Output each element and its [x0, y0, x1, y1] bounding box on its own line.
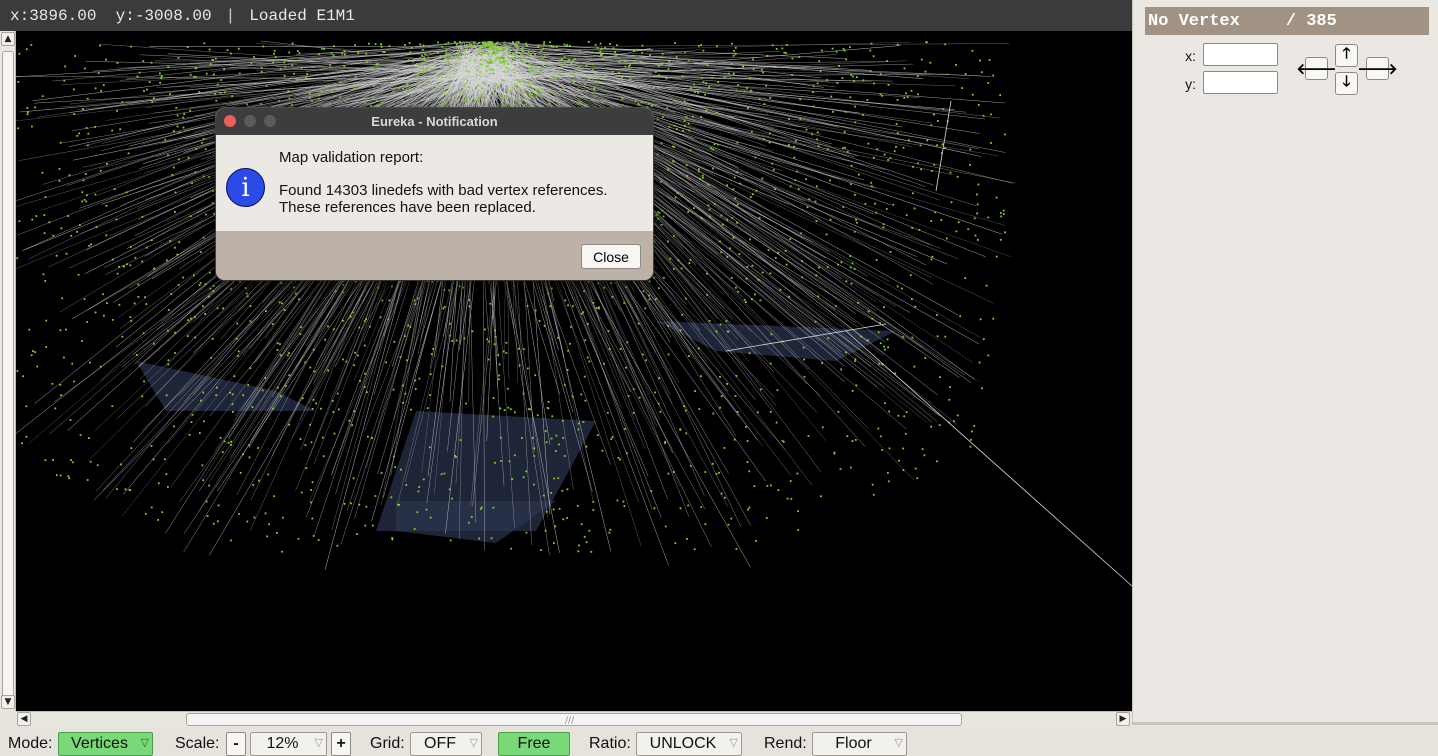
status-message: Loaded E1M1	[249, 7, 355, 25]
scroll-up-button[interactable]: ▲	[1, 32, 15, 46]
dialog-line-1: Found 14303 linedefs with bad vertex ref…	[279, 182, 608, 199]
cursor-coordinates: x:3896.00 y:-3008.00	[10, 7, 212, 25]
free-value: Free	[518, 735, 551, 753]
vertex-header: No Vertex / 385	[1145, 7, 1429, 35]
nudge-up-button[interactable]: 🡑	[1335, 44, 1358, 67]
grid-value: OFF	[424, 735, 456, 753]
ratio-label: Ratio:	[589, 735, 631, 753]
scroll-grip-icon: ///	[565, 716, 574, 726]
nudge-right-button[interactable]: 🡒	[1366, 57, 1389, 80]
y-field-label: y:	[1176, 76, 1196, 92]
rend-value: Floor	[835, 735, 871, 753]
dialog-footer: Close	[216, 231, 653, 280]
dialog-title: Eureka - Notification	[371, 114, 497, 129]
status-bar: x:3896.00 y:-3008.00 | Loaded E1M1	[0, 0, 1132, 31]
x-field-label: x:	[1176, 48, 1196, 64]
dialog-line-2: These references have been replaced.	[279, 199, 608, 216]
dialog-titlebar: Eureka - Notification	[216, 108, 653, 135]
dialog-body: i Map validation report: Found 14303 lin…	[216, 135, 653, 231]
info-icon-glyph: i	[241, 173, 249, 203]
scale-value: 12%	[266, 735, 298, 753]
grid-label: Grid:	[370, 735, 405, 753]
free-toggle[interactable]: Free	[498, 732, 570, 756]
vertex-header-title: No Vertex	[1148, 12, 1240, 31]
horizontal-scroll-thumb[interactable]: ///	[186, 713, 962, 726]
vertex-panel: No Vertex / 385 x: y: 🡑 🡐 🡒 🡓	[1132, 0, 1438, 722]
scroll-down-button[interactable]: ▼	[1, 695, 15, 709]
window-maximize-icon[interactable]	[264, 115, 276, 127]
mode-label: Mode:	[8, 735, 52, 753]
nudge-down-button[interactable]: 🡓	[1335, 72, 1358, 95]
scroll-left-button[interactable]: ◀	[17, 712, 31, 726]
info-icon: i	[226, 168, 265, 207]
notification-dialog: Eureka - Notification i Map validation r…	[216, 108, 653, 280]
arrow-left-icon: 🡐	[1296, 59, 1336, 78]
rend-select[interactable]: Floor ▽	[812, 732, 907, 756]
vertical-scrollbar[interactable]: ▲ ▼	[0, 31, 16, 711]
dropdown-icon: ▽	[315, 736, 323, 749]
window-minimize-icon[interactable]	[244, 115, 256, 127]
bottom-toolbar: Mode: Vertices ▽ Scale: - 12% ▽ + Grid: …	[0, 727, 1438, 753]
scale-plus-button[interactable]: +	[331, 732, 351, 756]
arrow-up-icon: 🡑	[1343, 43, 1351, 68]
scale-select[interactable]: 12% ▽	[250, 732, 327, 756]
window-close-icon[interactable]	[224, 115, 236, 127]
scale-label: Scale:	[175, 735, 219, 753]
dropdown-icon: ▽	[895, 736, 903, 749]
vertical-scroll-thumb[interactable]	[2, 51, 14, 701]
close-button[interactable]: Close	[581, 244, 641, 269]
grid-select[interactable]: OFF ▽	[410, 732, 482, 756]
mode-select[interactable]: Vertices ▽	[58, 732, 153, 756]
dialog-message: Map validation report: Found 14303 lined…	[279, 149, 608, 216]
vertex-x-input[interactable]	[1203, 43, 1278, 66]
vertex-header-count: / 385	[1286, 12, 1337, 31]
vertex-y-input[interactable]	[1203, 71, 1278, 94]
arrow-down-icon: 🡓	[1343, 71, 1351, 96]
stray-linedef	[846, 331, 1132, 586]
panel-divider	[1132, 722, 1438, 725]
ratio-select[interactable]: UNLOCK ▽	[636, 732, 742, 756]
ratio-value: UNLOCK	[650, 735, 717, 753]
dropdown-icon: ▽	[141, 736, 149, 749]
dialog-heading: Map validation report:	[279, 149, 608, 166]
dropdown-icon: ▽	[470, 736, 478, 749]
arrow-right-icon: 🡒	[1357, 59, 1397, 78]
horizontal-scrollbar[interactable]: ◀ /// ▶	[16, 711, 1132, 727]
scale-minus-button[interactable]: -	[226, 732, 246, 756]
status-separator: |	[226, 7, 236, 25]
nudge-left-button[interactable]: 🡐	[1305, 57, 1328, 80]
scroll-right-button[interactable]: ▶	[1116, 712, 1130, 726]
rend-label: Rend:	[764, 735, 807, 753]
mode-value: Vertices	[71, 735, 128, 753]
dropdown-icon: ▽	[730, 736, 738, 749]
